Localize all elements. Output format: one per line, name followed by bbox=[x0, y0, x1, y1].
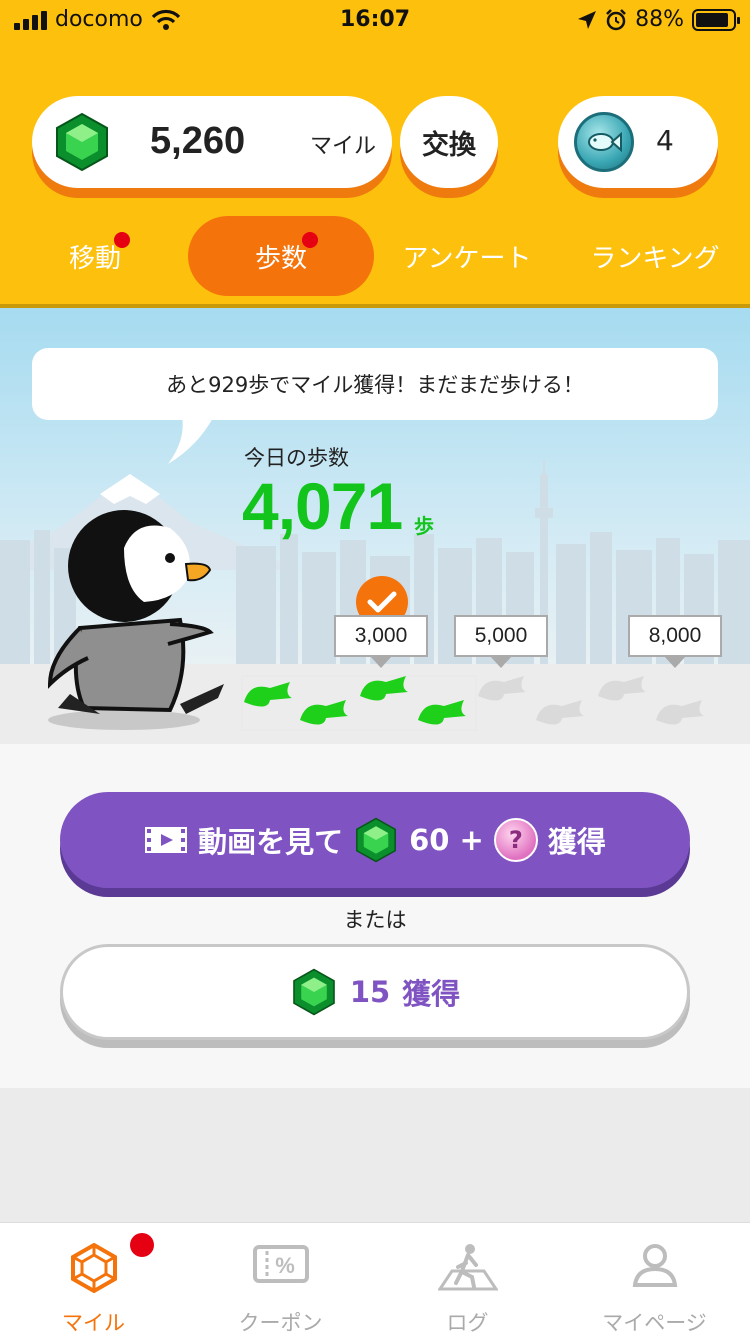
speech-bubble: あと929歩でマイル獲得！まだまだ歩ける！ bbox=[32, 348, 718, 420]
video-reward-amount: 60 + bbox=[409, 823, 484, 857]
watch-video-button[interactable]: 動画を見て 60 + ? 獲得 bbox=[60, 792, 690, 888]
svg-text:%: % bbox=[275, 1253, 295, 1278]
milestone-8000: 8,000 bbox=[628, 615, 722, 668]
miles-value: 5,260 bbox=[150, 120, 246, 162]
status-bar: docomo 16:07 88% bbox=[0, 0, 750, 42]
hexagon-gem-icon bbox=[70, 1243, 117, 1293]
get-suffix: 獲得 bbox=[402, 977, 461, 1011]
nav-label: マイル bbox=[62, 1311, 125, 1334]
header: docomo 16:07 88% 5,260 マイル 交換 4 移動 歩数 アン… bbox=[0, 0, 750, 308]
green-gem-icon bbox=[293, 968, 335, 1016]
walking-person-icon bbox=[437, 1244, 498, 1291]
battery-icon bbox=[692, 8, 740, 31]
notification-dot bbox=[114, 232, 130, 248]
miles-unit: マイル bbox=[310, 134, 377, 159]
nav-miles[interactable]: マイル bbox=[0, 1223, 187, 1334]
fish-coin-icon bbox=[574, 112, 634, 172]
milestone-5000: 5,000 bbox=[454, 615, 548, 668]
mystery-ball-icon: ? bbox=[493, 818, 538, 862]
green-gem-icon bbox=[356, 817, 397, 863]
user-icon bbox=[632, 1244, 677, 1287]
tab-survey[interactable]: アンケート bbox=[392, 216, 542, 296]
film-icon bbox=[145, 827, 188, 853]
nav-label: クーポン bbox=[238, 1311, 323, 1334]
tab-label: 歩数 bbox=[254, 243, 307, 274]
tab-label: 移動 bbox=[68, 243, 121, 274]
get-miles-button[interactable]: 15 獲得 bbox=[60, 944, 690, 1040]
location-arrow-icon bbox=[578, 10, 597, 29]
tab-bar: 移動 歩数 アンケート ランキング bbox=[0, 214, 750, 298]
nav-label: マイページ bbox=[602, 1311, 707, 1334]
alarm-icon bbox=[606, 8, 626, 30]
today-steps-value: 4,071 bbox=[242, 469, 403, 543]
miles-balance[interactable]: 5,260 マイル bbox=[32, 96, 392, 188]
green-gem-icon bbox=[56, 112, 108, 172]
steps-panel: あと929歩でマイル獲得！まだまだ歩ける！ 今日の歩数 4,071 歩 3,00… bbox=[0, 308, 750, 1088]
steps-unit: 歩 bbox=[414, 514, 434, 538]
get-amount: 15 bbox=[349, 975, 391, 1009]
nav-label: ログ bbox=[446, 1311, 489, 1334]
fish-coin-balance[interactable]: 4 bbox=[558, 96, 718, 188]
nav-mypage[interactable]: マイページ bbox=[561, 1223, 748, 1334]
footprint-track bbox=[241, 675, 704, 731]
tab-steps[interactable]: 歩数 bbox=[188, 216, 374, 296]
milestone-3000: 3,000 bbox=[334, 615, 428, 668]
bottom-nav: マイル % クーポン ログ マイページ bbox=[0, 1222, 750, 1334]
nav-log[interactable]: ログ bbox=[374, 1223, 561, 1334]
fish-coin-count: 4 bbox=[656, 124, 674, 157]
or-label: または bbox=[343, 908, 407, 932]
notification-dot bbox=[130, 1233, 154, 1257]
notification-dot bbox=[302, 232, 318, 248]
coupon-percent-icon: % bbox=[252, 1245, 309, 1283]
nav-coupon[interactable]: % クーポン bbox=[187, 1223, 374, 1334]
speech-bubble-tail bbox=[168, 416, 214, 464]
exchange-button[interactable]: 交換 bbox=[400, 96, 498, 188]
tab-ranking[interactable]: ランキング bbox=[580, 216, 730, 296]
battery-percent: 88% bbox=[635, 7, 684, 32]
video-button-suffix: 獲得 bbox=[547, 825, 606, 859]
video-button-label: 動画を見て bbox=[198, 825, 344, 859]
penguin-mascot bbox=[47, 510, 224, 730]
tab-move[interactable]: 移動 bbox=[20, 216, 170, 296]
